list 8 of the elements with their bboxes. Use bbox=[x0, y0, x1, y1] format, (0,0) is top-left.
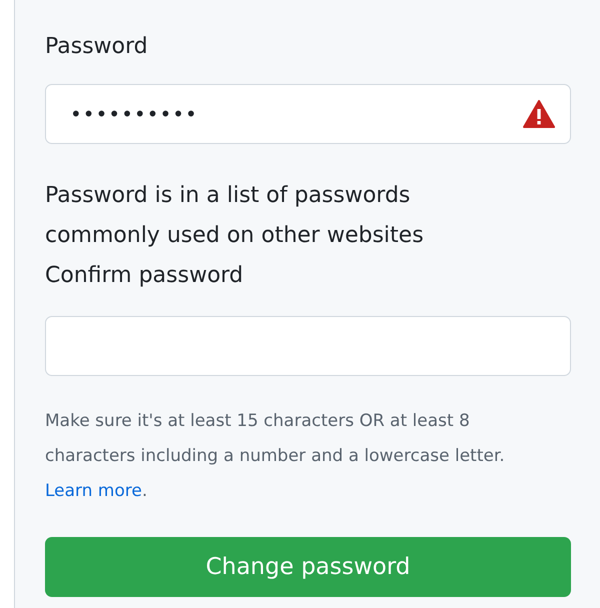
password-field[interactable]: •••••••••• bbox=[45, 84, 571, 144]
learn-more-link[interactable]: Learn more bbox=[45, 481, 142, 501]
change-password-button[interactable]: Change password bbox=[45, 537, 571, 597]
error-message: Password is in a list of passwords commonly used on other websites bbox=[45, 182, 425, 250]
field-label: Password bbox=[45, 33, 149, 61]
field-label: Confirm password bbox=[45, 262, 244, 290]
confirm-password-field[interactable] bbox=[45, 316, 571, 376]
hint-text: Make sure it's at least 15 characters OR at least 8 characters including a number and a lowercase letter. Learn more. bbox=[45, 410, 506, 503]
